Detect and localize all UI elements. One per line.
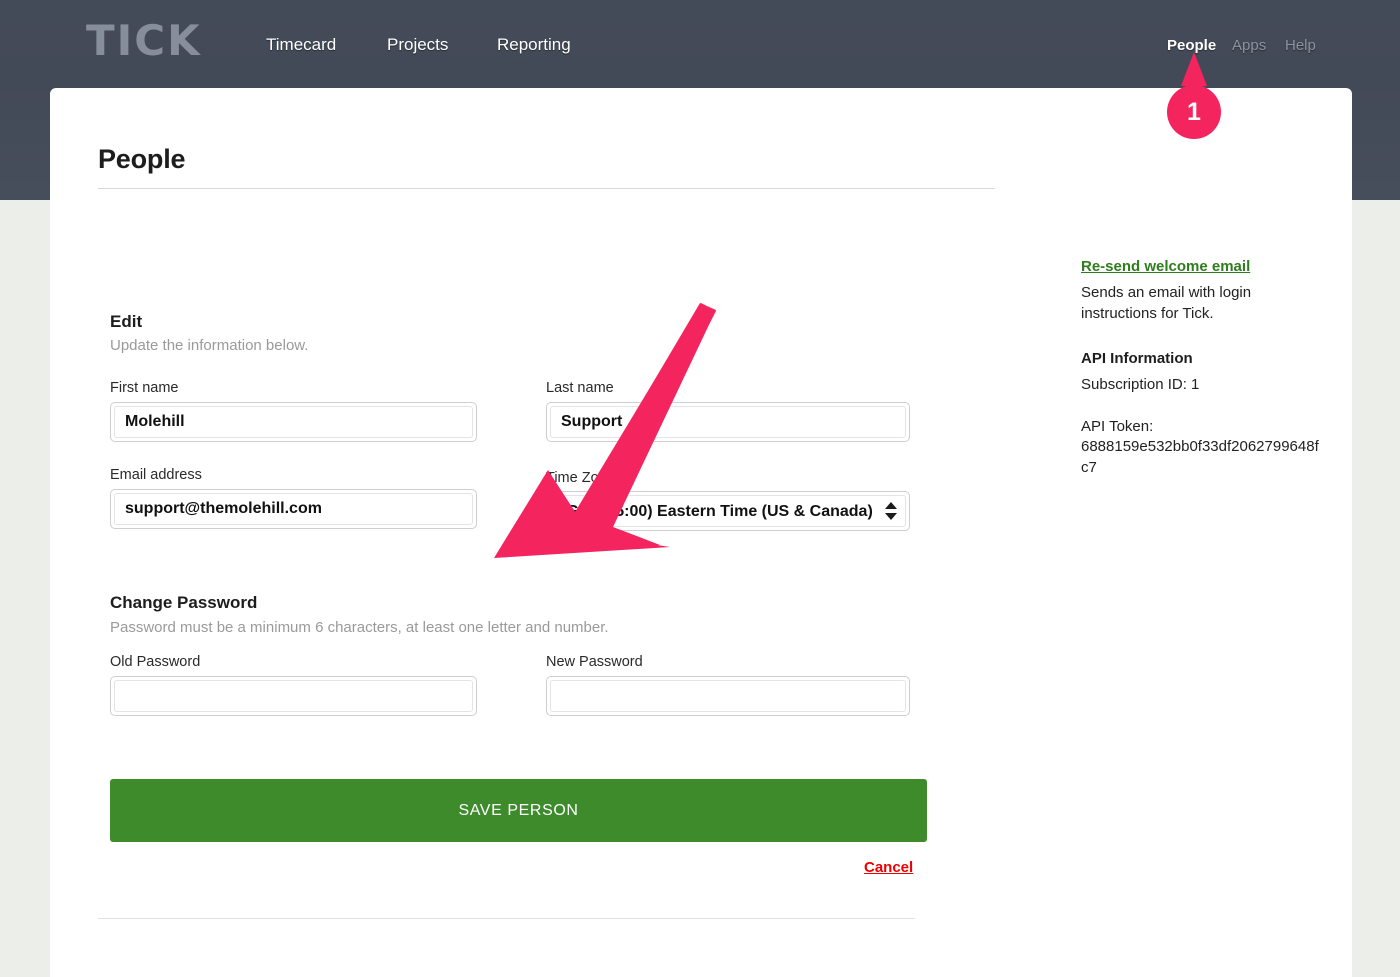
page-title: People — [98, 144, 185, 175]
first-name-field-wrapper — [110, 402, 477, 442]
old-password-field-wrapper — [110, 676, 477, 716]
old-password-input[interactable] — [114, 680, 473, 712]
first-name-label: First name — [110, 380, 179, 396]
new-password-input[interactable] — [550, 680, 906, 712]
api-token-label: API Token: — [1081, 416, 1321, 437]
time-zone-field-wrapper: (GMT-05:00) Eastern Time (US & Canada) — [546, 491, 910, 531]
api-information-heading: API Information — [1081, 350, 1193, 367]
old-password-label: Old Password — [110, 654, 200, 670]
last-name-label: Last name — [546, 380, 614, 396]
nav-item-apps[interactable]: Apps — [1232, 37, 1266, 54]
edit-section-subheading: Update the information below. — [110, 337, 308, 354]
nav-item-timecard[interactable]: Timecard — [266, 35, 336, 55]
last-name-field-wrapper — [546, 402, 910, 442]
nav-item-help[interactable]: Help — [1285, 37, 1316, 54]
time-zone-label: Time Zone — [546, 470, 615, 486]
content-card: People Edit Update the information below… — [50, 88, 1352, 977]
pin-pointer-icon — [1181, 52, 1207, 86]
step-number-label: 1 — [1167, 85, 1221, 139]
subscription-id-value: Subscription ID: 1 — [1081, 374, 1321, 395]
stepper-chevrons-icon — [885, 501, 897, 521]
password-section-subheading: Password must be a minimum 6 characters,… — [110, 619, 609, 636]
resend-welcome-email-link[interactable]: Re-send welcome email — [1081, 258, 1250, 275]
time-zone-selected-value: (GMT-05:00) Eastern Time (US & Canada) — [561, 503, 873, 520]
save-person-button[interactable]: SAVE PERSON — [110, 779, 927, 842]
nav-item-projects[interactable]: Projects — [387, 35, 448, 55]
nav-item-reporting[interactable]: Reporting — [497, 35, 571, 55]
new-password-label: New Password — [546, 654, 643, 670]
step-marker-pin: 1 — [1167, 60, 1221, 138]
email-input[interactable] — [114, 493, 473, 525]
password-section-heading: Change Password — [110, 593, 257, 613]
footer-divider — [98, 918, 915, 919]
first-name-input[interactable] — [114, 406, 473, 438]
time-zone-select[interactable]: (GMT-05:00) Eastern Time (US & Canada) — [550, 495, 906, 527]
tick-logo[interactable]: TICK — [86, 20, 202, 62]
email-field-wrapper — [110, 489, 477, 529]
cancel-link[interactable]: Cancel — [864, 859, 913, 876]
title-divider — [98, 188, 995, 189]
api-token-value: 6888159e532bb0f33df2062799648fc7 — [1081, 436, 1321, 478]
resend-description: Sends an email with login instructions f… — [1081, 282, 1321, 324]
edit-section-heading: Edit — [110, 312, 142, 332]
email-label: Email address — [110, 467, 202, 483]
last-name-input[interactable] — [550, 406, 906, 438]
new-password-field-wrapper — [546, 676, 910, 716]
